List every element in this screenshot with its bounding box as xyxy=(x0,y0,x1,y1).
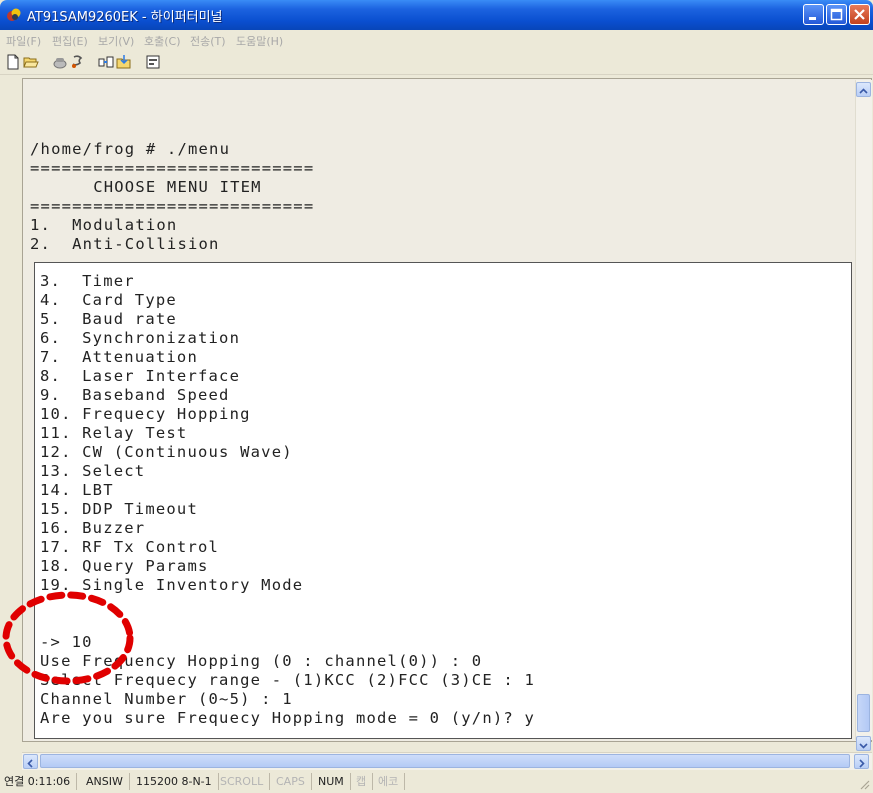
toolbar xyxy=(0,50,873,75)
terminal-line: Use Frequency Hopping (0 : channel(0)) :… xyxy=(40,652,483,670)
menu-edit[interactable]: 편집(E) xyxy=(52,33,88,49)
resize-grip-icon[interactable] xyxy=(858,778,870,790)
status-num: NUM xyxy=(318,773,351,790)
terminal-line: 18. Query Params xyxy=(40,557,209,575)
terminal-line: 13. Select xyxy=(40,462,146,480)
terminal-line: 16. Buzzer xyxy=(40,519,146,537)
new-icon[interactable] xyxy=(5,54,21,70)
terminal-line: Are you sure Frequecy Hopping mode = 0 (… xyxy=(40,709,535,727)
terminal-line: =========================== xyxy=(30,159,315,177)
terminal-line: 10. Frequecy Hopping xyxy=(40,405,251,423)
status-connection-time: 연결 0:11:06 xyxy=(4,773,78,790)
terminal-line: 14. LBT xyxy=(40,481,114,499)
terminal-line: 15. DDP Timeout xyxy=(40,500,198,518)
status-caps: CAPS xyxy=(276,773,312,790)
terminal-line: =========================== xyxy=(30,197,315,215)
status-echo: 에코 xyxy=(378,773,406,790)
call-icon[interactable] xyxy=(52,54,68,70)
menu-file[interactable]: 파일(F) xyxy=(6,33,41,49)
receive-icon[interactable] xyxy=(116,54,132,70)
terminal-upper-output: /home/frog # ./menu ====================… xyxy=(30,80,850,258)
horizontal-scroll-thumb[interactable] xyxy=(40,754,850,768)
minimize-button[interactable] xyxy=(803,4,824,25)
menu-transfer[interactable]: 전송(T) xyxy=(190,33,226,49)
close-button[interactable] xyxy=(849,4,870,25)
hyperterminal-app-icon xyxy=(7,8,21,21)
disconnect-icon[interactable] xyxy=(70,54,86,70)
hyperterminal-window: AT91SAM9260EK - 하이퍼터미널 파일(F) 편집(E) 보기(V)… xyxy=(0,0,873,793)
chevron-left-icon xyxy=(27,759,33,768)
window-title: AT91SAM9260EK - 하이퍼터미널 xyxy=(27,10,223,25)
terminal-line: CHOOSE MENU ITEM xyxy=(30,178,262,196)
open-icon[interactable] xyxy=(23,54,39,70)
chevron-right-icon xyxy=(859,759,865,768)
terminal-line: 1. Modulation xyxy=(30,216,178,234)
menu-bar: 파일(F) 편집(E) 보기(V) 호출(C) 전송(T) 도움말(H) xyxy=(0,30,873,50)
status-capture: 캡 xyxy=(356,773,374,790)
terminal-line: 17. RF Tx Control xyxy=(40,538,220,556)
terminal-line: 8. Laser Interface xyxy=(40,367,241,385)
menu-call[interactable]: 호출(C) xyxy=(144,33,181,49)
terminal-line: -> 10 xyxy=(40,633,93,651)
properties-icon[interactable] xyxy=(145,54,161,70)
terminal-lower-output: 3. Timer 4. Card Type 5. Baud rate 6. Sy… xyxy=(40,268,840,738)
terminal-line: 5. Baud rate xyxy=(40,310,177,328)
scroll-left-button[interactable] xyxy=(23,754,38,769)
menu-view[interactable]: 보기(V) xyxy=(98,33,134,49)
terminal-line: Channel Number (0~5) : 1 xyxy=(40,690,293,708)
maximize-icon xyxy=(830,8,843,21)
minimize-icon xyxy=(809,17,816,20)
menu-help[interactable]: 도움말(H) xyxy=(236,33,283,49)
status-port-settings: 115200 8-N-1 xyxy=(136,773,219,790)
chevron-up-icon xyxy=(859,88,868,94)
terminal-line: 4. Card Type xyxy=(40,291,177,309)
status-scroll: SCROLL xyxy=(220,773,271,790)
terminal-line: 12. CW (Continuous Wave) xyxy=(40,443,293,461)
scroll-down-button[interactable] xyxy=(856,736,871,751)
terminal-line: Select Frequecy range - (1)KCC (2)FCC (3… xyxy=(40,671,535,689)
chevron-down-icon xyxy=(859,743,868,749)
scroll-up-button[interactable] xyxy=(856,82,871,97)
terminal-line: 7. Attenuation xyxy=(40,348,198,366)
close-icon xyxy=(854,9,865,20)
status-emulation: ANSIW xyxy=(86,773,130,790)
status-bar: 연결 0:11:06 ANSIW 115200 8-N-1 SCROLL CAP… xyxy=(0,770,873,793)
terminal-line: 9. Baseband Speed xyxy=(40,386,230,404)
title-bar[interactable]: AT91SAM9260EK - 하이퍼터미널 xyxy=(0,0,873,30)
terminal-line: 11. Relay Test xyxy=(40,424,188,442)
maximize-button[interactable] xyxy=(826,4,847,25)
terminal-line: /home/frog # ./menu xyxy=(30,140,231,158)
terminal-line: 6. Synchronization xyxy=(40,329,241,347)
scroll-right-button[interactable] xyxy=(854,754,869,769)
send-icon[interactable] xyxy=(98,54,114,70)
terminal-line: 2. Anti-Collision xyxy=(30,235,220,253)
vertical-scroll-thumb[interactable] xyxy=(857,694,870,732)
vertical-scrollbar[interactable] xyxy=(855,80,872,751)
terminal-line: 19. Single Inventory Mode xyxy=(40,576,304,594)
terminal-line: 3. Timer xyxy=(40,272,135,290)
